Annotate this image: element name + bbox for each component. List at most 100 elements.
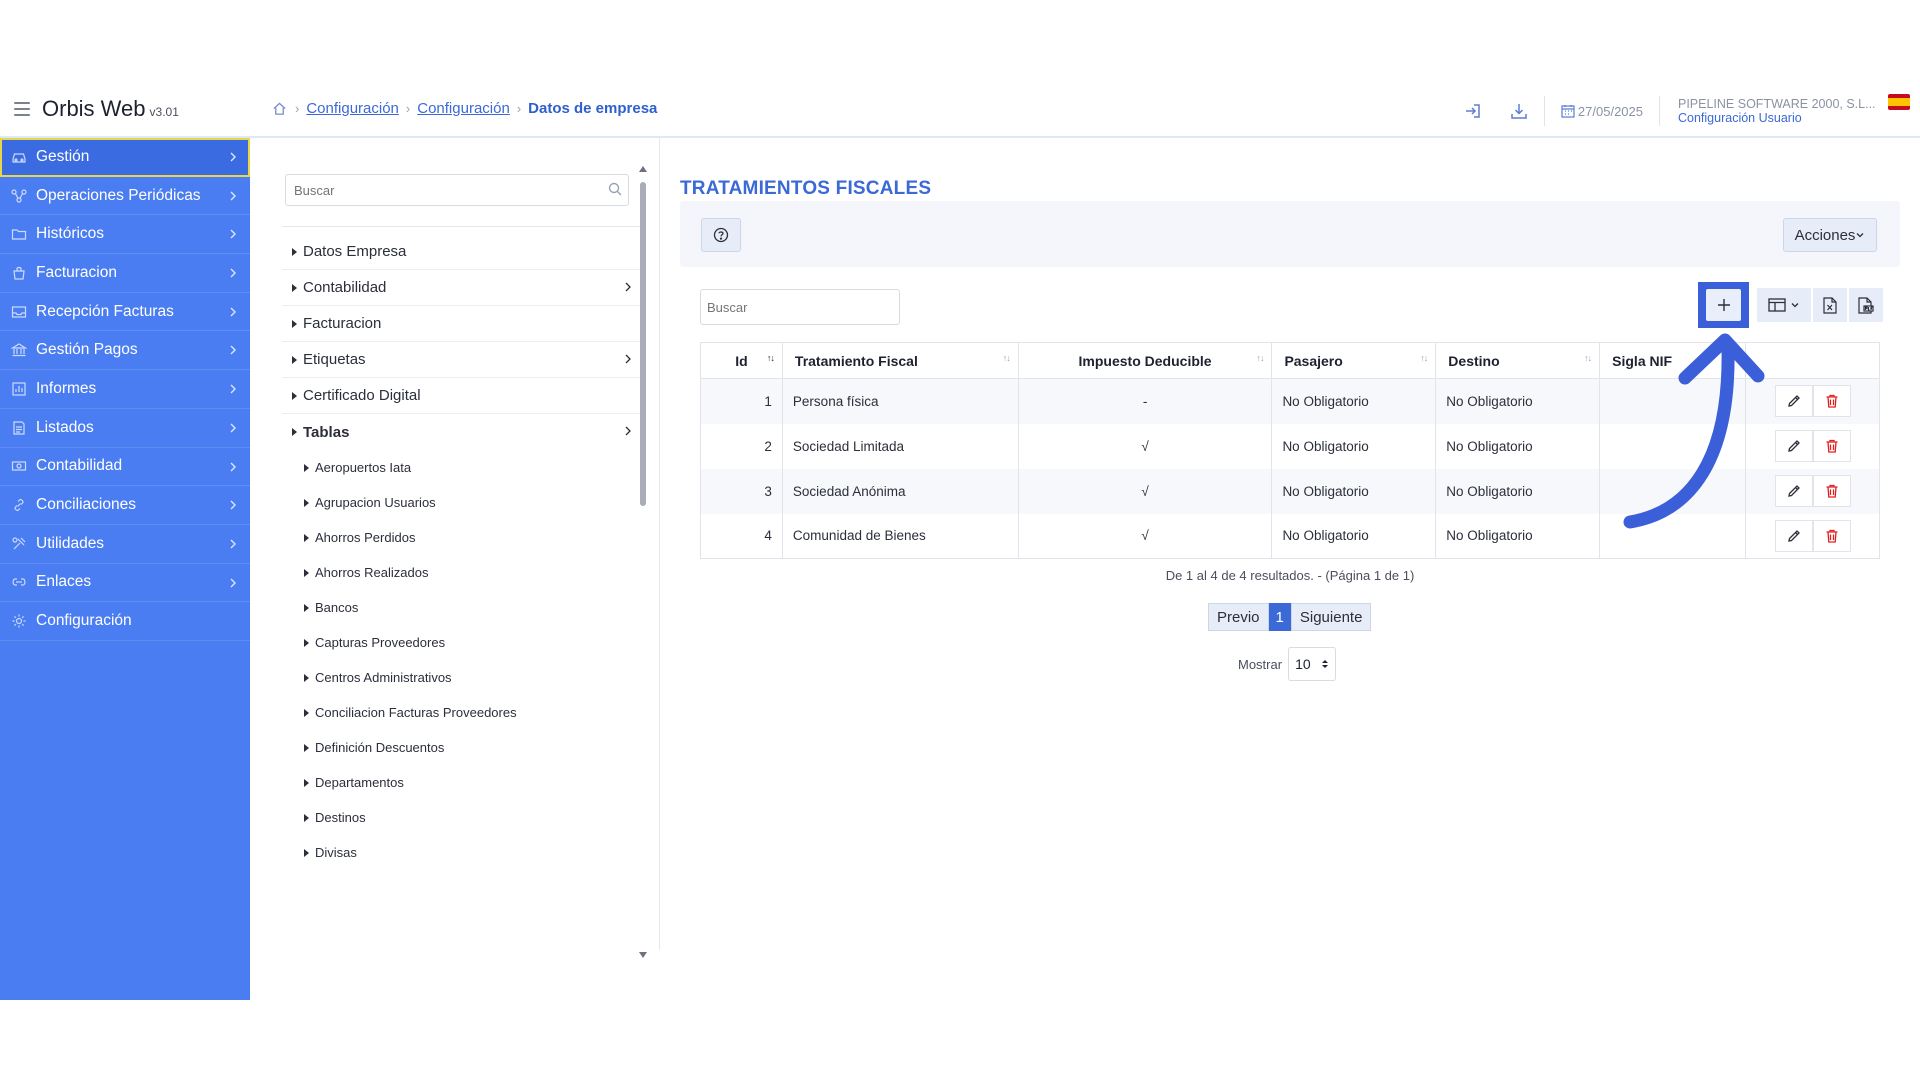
column-header-destino[interactable]: Destino ↑↓ — [1435, 342, 1601, 379]
sidebar-item-utilidades[interactable]: Utilidades — [0, 525, 250, 564]
edit-button[interactable] — [1774, 385, 1813, 418]
column-header-impuesto[interactable]: Impuesto Deducible ↑↓ — [1017, 342, 1273, 379]
caret-right-icon — [304, 778, 309, 787]
column-header-label: Id — [735, 352, 748, 369]
tree-subnode[interactable]: Ahorros Perdidos — [282, 520, 640, 555]
export-excel-button[interactable] — [1813, 288, 1847, 322]
tree-subnode[interactable]: Definición Descuentos — [282, 730, 640, 765]
breadcrumb-link-1[interactable]: Configuración — [306, 100, 399, 117]
tree-node[interactable]: Datos Empresa — [282, 234, 640, 270]
delete-button[interactable] — [1812, 430, 1851, 462]
sidebar-item-históricos[interactable]: Históricos — [0, 215, 250, 255]
tree-subnode[interactable]: Centros Administrativos — [282, 660, 640, 695]
caret-right-icon — [304, 708, 309, 717]
add-button[interactable] — [1698, 282, 1749, 328]
table-row[interactable]: 1 Persona física - No Obligatorio No Obligat… — [700, 378, 1880, 424]
pencil-icon — [1787, 485, 1800, 497]
caret-right-icon — [304, 533, 309, 542]
prev-page-button[interactable]: Previo — [1208, 603, 1269, 631]
tree-subnode[interactable]: Destinos — [282, 800, 640, 835]
export-pdf-button[interactable] — [1849, 288, 1883, 322]
spain-flag-icon[interactable] — [1888, 94, 1910, 110]
column-header-actions — [1745, 342, 1880, 379]
download-icon[interactable] — [1496, 94, 1542, 128]
edit-button[interactable] — [1774, 519, 1813, 552]
cell-sigla — [1599, 513, 1746, 559]
chevron-right-icon — [230, 462, 236, 471]
sidebar-item-informes[interactable]: Informes — [0, 370, 250, 409]
tree-node[interactable]: Etiquetas — [282, 342, 640, 378]
table-row[interactable]: 4 Comunidad de Bienes √ No Obligatorio No Ob… — [700, 513, 1880, 559]
chevron-down-icon — [1856, 233, 1864, 238]
tree-subnode[interactable]: Departamentos — [282, 765, 640, 800]
sidebar-item-facturacion[interactable]: Facturacion — [0, 254, 250, 293]
tree-subnode[interactable]: Ahorros Realizados — [282, 555, 640, 590]
cell-id: 4 — [700, 513, 783, 559]
tree-subnode[interactable]: Agrupacion Usuarios — [282, 485, 640, 520]
column-header-sigla[interactable]: Sigla NIF — [1599, 342, 1746, 379]
cell-tratamiento: Comunidad de Bienes — [781, 513, 1019, 559]
delete-button[interactable] — [1812, 385, 1851, 418]
table-row[interactable]: 2 Sociedad Limitada √ No Obligatorio No Obli… — [700, 423, 1880, 469]
column-header-label: Pasajero — [1284, 352, 1343, 369]
menu-toggle-icon[interactable] — [14, 102, 30, 116]
search-icon[interactable] — [608, 182, 624, 198]
tree-subnode[interactable]: Bancos — [282, 590, 640, 625]
sidebar-item-gestión-pagos[interactable]: Gestión Pagos — [0, 331, 250, 371]
column-header-pasajero[interactable]: Pasajero ↑↓ — [1271, 342, 1437, 379]
sort-icon: ↑↓ — [1420, 353, 1428, 363]
page-1-button[interactable]: 1 — [1268, 603, 1291, 631]
scroll-thumb[interactable] — [640, 182, 646, 506]
home-icon[interactable] — [272, 101, 288, 117]
delete-button[interactable] — [1812, 519, 1851, 552]
breadcrumb-link-2[interactable]: Configuración — [417, 100, 510, 117]
cell-sigla — [1599, 468, 1746, 514]
sort-icon: ↑↓ — [1584, 353, 1592, 363]
sidebar-item-listados[interactable]: Listados — [0, 409, 250, 448]
date-display[interactable]: 27/05/2025 — [1547, 104, 1657, 119]
tree-subnode[interactable]: Aeropuertos Iata — [282, 450, 640, 485]
tree-subnode-label: Capturas Proveedores — [315, 635, 446, 650]
tree-subnode[interactable]: Divisas — [282, 835, 640, 860]
next-page-button[interactable]: Siguiente — [1290, 603, 1372, 631]
sidebar-item-configuración[interactable]: Configuración — [0, 602, 250, 641]
scroll-up-icon[interactable] — [639, 166, 647, 172]
user-config-link[interactable]: Configuración Usuario — [1678, 111, 1882, 125]
cell-id: 3 — [700, 468, 783, 514]
sidebar-item-gestión[interactable]: Gestión — [0, 138, 250, 177]
trash-icon — [1826, 529, 1837, 543]
scroll-down-icon[interactable] — [639, 952, 647, 958]
edit-button[interactable] — [1774, 430, 1813, 462]
tree-subnode[interactable]: Conciliacion Facturas Proveedores — [282, 695, 640, 730]
login-icon[interactable] — [1450, 94, 1496, 128]
tree-node[interactable]: Contabilidad — [282, 270, 640, 306]
cell-destino: No Obligatorio — [1435, 378, 1601, 424]
table-search-input[interactable] — [700, 289, 900, 325]
sidebar-item-operaciones-periódicas[interactable]: Operaciones Periódicas — [0, 177, 250, 216]
column-header-tratamiento[interactable]: Tratamiento Fiscal ↑↓ — [781, 342, 1019, 379]
chevron-right-icon — [230, 307, 236, 317]
pagination: Previo 1 Siguiente — [1208, 603, 1372, 631]
tree-node[interactable]: Certificado Digital — [282, 378, 640, 414]
tree-subnode-label: Divisas — [315, 845, 357, 860]
column-header-id[interactable]: Id ↑↓ — [700, 342, 783, 379]
sidebar-item-conciliaciones[interactable]: Conciliaciones — [0, 486, 250, 525]
tree-scrollbar[interactable] — [638, 164, 648, 960]
tree-node[interactable]: Tablas — [282, 414, 640, 450]
column-header-label: Impuesto Deducible — [1078, 352, 1212, 369]
acciones-button[interactable]: Acciones — [1783, 218, 1877, 252]
help-button[interactable] — [701, 218, 741, 252]
tree-search-input[interactable] — [285, 174, 629, 206]
columns-button[interactable] — [1757, 288, 1811, 322]
sidebar-item-contabilidad[interactable]: Contabilidad — [0, 448, 250, 487]
tree-subnode[interactable]: Capturas Proveedores — [282, 625, 640, 660]
excel-file-icon — [1823, 296, 1837, 314]
table-row[interactable]: 3 Sociedad Anónima √ No Obligatorio No Oblig… — [700, 468, 1880, 514]
delete-button[interactable] — [1812, 475, 1851, 507]
page-size-select[interactable]: 10 — [1288, 647, 1337, 681]
tree-node[interactable]: Facturacion — [282, 306, 640, 342]
sidebar-item-recepción-facturas[interactable]: Recepción Facturas — [0, 293, 250, 332]
sidebar-item-enlaces[interactable]: Enlaces — [0, 564, 250, 603]
edit-button[interactable] — [1774, 475, 1813, 507]
chain-icon — [10, 574, 28, 590]
